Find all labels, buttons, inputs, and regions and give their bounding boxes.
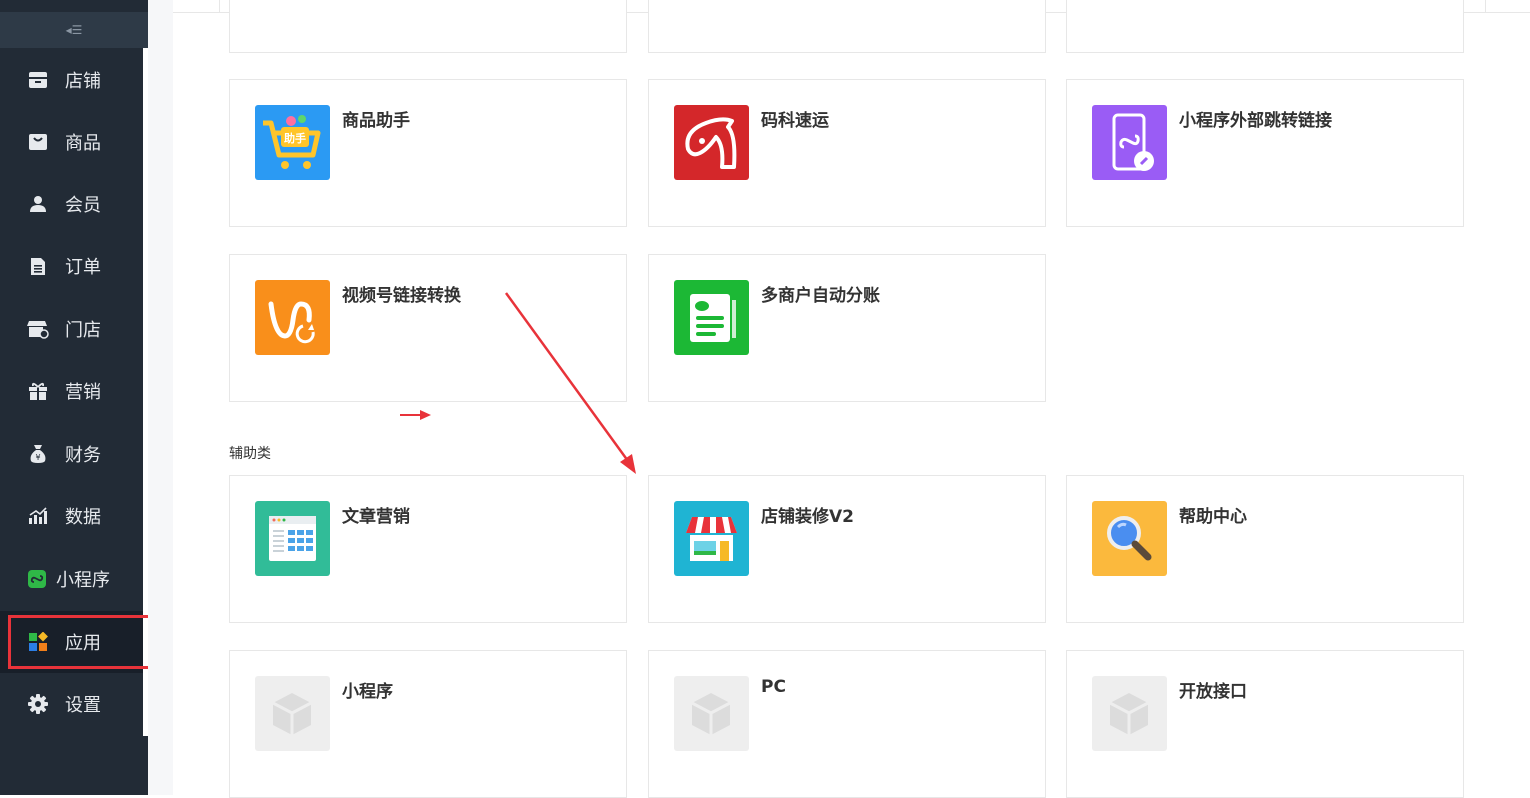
app-card-product-helper[interactable]: 助手 商品助手 — [229, 79, 627, 227]
box-icon — [1092, 676, 1167, 751]
app-card-partial[interactable] — [1066, 0, 1464, 53]
gear-icon — [27, 693, 49, 715]
horse-icon — [674, 105, 749, 180]
app-card-mini-program[interactable]: 小程序 — [229, 650, 627, 798]
app-card-help-center[interactable]: 帮助中心 — [1066, 475, 1464, 623]
video-link-icon — [255, 280, 330, 355]
app-card-label: 小程序 — [342, 682, 393, 702]
chart-icon — [27, 505, 49, 527]
app-card-label: 商品助手 — [342, 111, 410, 131]
sidebar-item-label: 数据 — [65, 507, 101, 528]
app-card-label: 帮助中心 — [1179, 507, 1247, 527]
sidebar-item-label: 商品 — [65, 133, 101, 154]
app-card-label: 开放接口 — [1179, 682, 1247, 702]
store-icon — [27, 69, 49, 91]
app-card-open-api[interactable]: 开放接口 — [1066, 650, 1464, 798]
product-icon — [27, 131, 49, 153]
app-card-partial[interactable] — [648, 0, 1046, 53]
member-icon — [27, 193, 49, 215]
sidebar-item-order[interactable]: 订单 — [0, 235, 143, 297]
magnifier-icon — [1092, 501, 1167, 576]
app-card-label: 视频号链接转换 — [342, 286, 461, 306]
box-icon — [674, 676, 749, 751]
collapse-icon: ◂☰ — [65, 23, 83, 37]
svg-text:助手: 助手 — [284, 131, 306, 145]
shop-icon — [27, 318, 49, 340]
sidebar-item-label: 设置 — [65, 695, 101, 716]
sidebar: ◂☰ 店铺 商品 会员 订单 门店 营销 ¥ 财务 数据 小程序 应用 设置 — [0, 0, 148, 795]
app-card-label: 文章营销 — [342, 507, 410, 527]
app-card-article[interactable]: 文章营销 — [229, 475, 627, 623]
sidebar-item-product[interactable]: 商品 — [0, 111, 143, 173]
split-bill-icon — [674, 280, 749, 355]
app-card-label: 小程序外部跳转链接 — [1179, 111, 1332, 131]
sidebar-item-settings[interactable]: 设置 — [0, 673, 143, 735]
sidebar-item-member[interactable]: 会员 — [0, 173, 143, 235]
content-gutter — [148, 0, 173, 795]
app-card-label: 码科速运 — [761, 111, 829, 131]
sidebar-item-label: 财务 — [65, 445, 101, 466]
sidebar-item-data[interactable]: 数据 — [0, 485, 143, 547]
app-card-label: 店铺装修V2 — [761, 507, 854, 527]
svg-text:¥: ¥ — [35, 453, 40, 462]
section-title: 辅助类 — [229, 446, 271, 462]
sidebar-item-label: 订单 — [65, 257, 101, 278]
money-bag-icon: ¥ — [27, 443, 49, 465]
app-card-external-link[interactable]: 小程序外部跳转链接 — [1066, 79, 1464, 227]
sidebar-item-label: 小程序 — [56, 570, 110, 591]
annotation-highlight-box — [8, 615, 154, 669]
sidebar-item-label: 门店 — [65, 320, 101, 341]
sidebar-item-label: 会员 — [65, 195, 101, 216]
app-card-partial[interactable] — [229, 0, 627, 53]
order-icon — [27, 255, 49, 277]
app-card-store-decoration[interactable]: 店铺装修V2 — [648, 475, 1046, 623]
collapse-toggle[interactable]: ◂☰ — [0, 12, 148, 48]
sidebar-item-marketing[interactable]: 营销 — [0, 360, 143, 422]
app-card-split-bill[interactable]: 多商户自动分账 — [648, 254, 1046, 402]
sidebar-item-mini-program[interactable]: 小程序 — [0, 548, 143, 610]
sidebar-item-label: 营销 — [65, 382, 101, 403]
sidebar-item-store[interactable]: 店铺 — [0, 49, 143, 111]
app-card-label: PC — [761, 677, 786, 697]
sidebar-item-label: 店铺 — [65, 71, 101, 92]
app-card-label: 多商户自动分账 — [761, 286, 880, 306]
mini-program-icon — [26, 568, 48, 590]
app-card-express[interactable]: 码科速运 — [648, 79, 1046, 227]
app-card-video-link[interactable]: 视频号链接转换 — [229, 254, 627, 402]
box-icon — [255, 676, 330, 751]
cart-helper-icon: 助手 — [255, 105, 330, 180]
phone-link-icon — [1092, 105, 1167, 180]
gift-icon — [27, 380, 49, 402]
article-icon — [255, 501, 330, 576]
sidebar-item-shop[interactable]: 门店 — [0, 298, 143, 360]
storefront-icon — [674, 501, 749, 576]
sidebar-item-finance[interactable]: ¥ 财务 — [0, 423, 143, 485]
app-card-pc[interactable]: PC — [648, 650, 1046, 798]
